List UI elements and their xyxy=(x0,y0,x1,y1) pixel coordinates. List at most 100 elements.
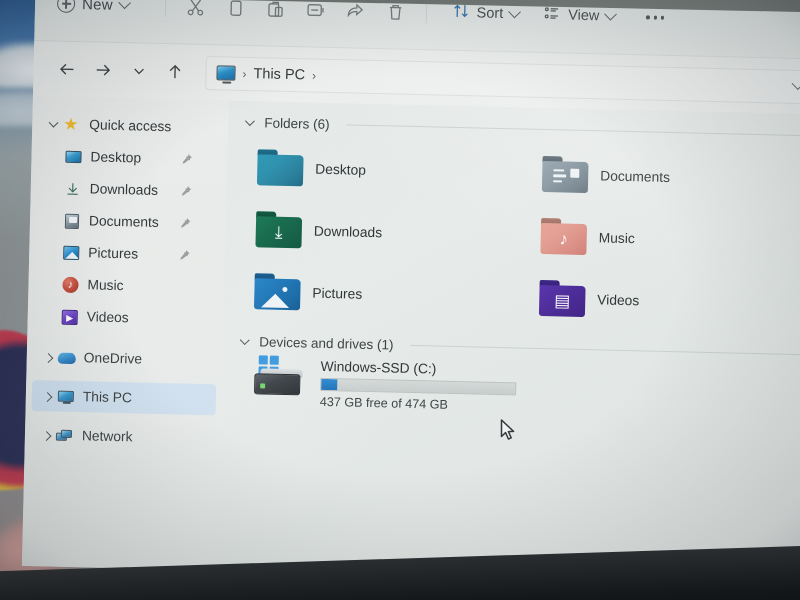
chevron-down-icon xyxy=(117,0,131,9)
chevron-right-icon[interactable] xyxy=(40,392,55,402)
sidebar-item-label: This PC xyxy=(82,389,133,406)
sidebar-item-network[interactable]: Network xyxy=(31,419,216,454)
folder-tile-documents[interactable]: Documents xyxy=(526,143,800,212)
folder-pictures-icon xyxy=(253,273,301,311)
chevron-down-icon[interactable] xyxy=(791,77,800,91)
this-pc-monitor-icon xyxy=(216,65,236,81)
toolbar-divider xyxy=(164,0,166,18)
toolbar-divider-2 xyxy=(425,1,427,24)
onedrive-cloud-icon xyxy=(57,348,76,366)
recent-locations-button[interactable] xyxy=(121,54,156,89)
breadcrumb-separator-2: › xyxy=(311,68,317,83)
chevron-down-icon[interactable] xyxy=(46,117,61,128)
star-icon: ★ xyxy=(63,114,79,134)
chevron-down-icon xyxy=(508,5,522,18)
sidebar-item-pictures[interactable]: Pictures xyxy=(35,236,220,271)
group-title: Folders (6) xyxy=(264,115,330,132)
group-divider xyxy=(410,344,800,356)
delete-icon[interactable] xyxy=(375,0,416,32)
downloads-icon xyxy=(64,179,82,197)
windows-drive-icon xyxy=(252,355,309,400)
folder-documents-icon xyxy=(541,155,589,194)
back-button[interactable] xyxy=(49,52,84,87)
file-explorer-window: New Sort View › This PC › ★ Quick access… xyxy=(21,0,800,585)
sidebar-item-label: Documents xyxy=(88,213,159,230)
folder-tile-label: Downloads xyxy=(313,223,383,240)
group-divider xyxy=(346,124,800,137)
sidebar-item-label: Videos xyxy=(86,309,129,326)
chevron-right-icon[interactable] xyxy=(39,431,54,441)
cut-icon[interactable] xyxy=(175,0,216,27)
folder-desktop-icon xyxy=(256,149,304,187)
documents-icon xyxy=(63,211,81,229)
breadcrumb-this-pc[interactable]: This PC xyxy=(253,66,305,83)
address-bar[interactable]: › This PC › xyxy=(205,55,800,104)
screen-photo: New Sort View › This PC › ★ Quick access… xyxy=(0,0,800,600)
pin-icon[interactable] xyxy=(179,216,192,229)
sidebar-item-onedrive[interactable]: OneDrive xyxy=(32,341,217,376)
navigation-pane: ★ Quick access Desktop Downloads Documen… xyxy=(21,95,229,571)
sidebar-item-label: Quick access xyxy=(89,117,172,135)
sidebar-item-downloads[interactable]: Downloads xyxy=(36,172,221,207)
arrow-pointer-cursor xyxy=(500,419,517,447)
forward-button[interactable] xyxy=(85,53,120,88)
drive-tile-windows-ssd[interactable]: Windows-SSD (C:) 437 GB free of 474 GB xyxy=(236,355,800,421)
sidebar-item-desktop[interactable]: Desktop xyxy=(37,140,222,175)
sidebar-item-label: Network xyxy=(81,428,133,445)
pin-icon[interactable] xyxy=(180,184,193,197)
view-list-icon xyxy=(543,3,562,26)
folder-tile-label: Documents xyxy=(600,167,671,185)
rename-icon[interactable] xyxy=(295,0,336,30)
drive-capacity-text: 437 GB free of 474 GB xyxy=(319,394,449,412)
plus-circle-icon xyxy=(56,0,76,13)
folder-downloads-icon: ⤓ xyxy=(255,211,303,249)
sidebar-item-label: Downloads xyxy=(89,181,159,198)
chevron-down-icon[interactable] xyxy=(237,335,252,346)
folder-tile-desktop[interactable]: Desktop xyxy=(241,136,527,205)
chevron-down-icon xyxy=(604,7,618,21)
copy-icon[interactable] xyxy=(215,0,256,28)
folder-tile-videos[interactable]: ▤ Videos xyxy=(523,267,800,336)
this-pc-icon xyxy=(57,387,75,405)
pictures-icon xyxy=(62,243,80,261)
folder-music-icon: ♪ xyxy=(540,217,588,256)
sidebar-item-documents[interactable]: Documents xyxy=(36,204,221,239)
new-button[interactable]: New xyxy=(49,0,137,19)
sort-label: Sort xyxy=(476,5,504,23)
sidebar-item-label: Music xyxy=(87,277,124,294)
sidebar-item-this-pc[interactable]: This PC xyxy=(31,380,217,416)
paste-icon[interactable] xyxy=(255,0,296,29)
window-body: ★ Quick access Desktop Downloads Documen… xyxy=(21,95,800,585)
videos-icon: ▶ xyxy=(61,307,79,325)
sidebar-item-videos[interactable]: ▶ Videos xyxy=(33,300,218,335)
sidebar-item-music[interactable]: ♪ Music xyxy=(34,268,219,303)
sidebar-item-quick-access[interactable]: ★ Quick access xyxy=(38,108,223,143)
folder-tile-label: Desktop xyxy=(315,161,367,178)
up-button[interactable] xyxy=(157,54,192,89)
group-title: Devices and drives (1) xyxy=(259,334,394,353)
music-icon: ♪ xyxy=(61,275,79,293)
content-pane: Folders (6) Desktop Documents ⤓ Download… xyxy=(217,100,800,585)
new-button-label: New xyxy=(81,0,113,14)
pin-icon[interactable] xyxy=(180,152,193,165)
view-label: View xyxy=(567,7,600,25)
chevron-right-icon[interactable] xyxy=(41,353,56,363)
pin-icon[interactable] xyxy=(178,248,191,261)
drive-name: Windows-SSD (C:) xyxy=(320,358,437,377)
sidebar-item-label: OneDrive xyxy=(83,350,143,367)
folder-tile-downloads[interactable]: ⤓ Downloads xyxy=(239,198,525,267)
drive-capacity-fill xyxy=(321,378,337,391)
folder-tile-music[interactable]: ♪ Music xyxy=(524,205,800,274)
breadcrumb-separator: › xyxy=(242,66,247,81)
folder-tile-pictures[interactable]: Pictures xyxy=(238,260,524,329)
folder-videos-icon: ▤ xyxy=(538,279,586,318)
folder-tile-label: Music xyxy=(598,229,635,246)
folder-tile-label: Pictures xyxy=(312,285,363,302)
sidebar-item-label: Desktop xyxy=(90,149,142,166)
folder-tile-label: Videos xyxy=(597,291,640,308)
share-icon[interactable] xyxy=(335,0,376,31)
folder-tiles: Desktop Documents ⤓ Downloads ♪ Music Pi… xyxy=(238,136,800,336)
drive-capacity-bar xyxy=(320,377,517,396)
sidebar-item-label: Pictures xyxy=(88,245,139,262)
chevron-down-icon[interactable] xyxy=(242,116,257,127)
